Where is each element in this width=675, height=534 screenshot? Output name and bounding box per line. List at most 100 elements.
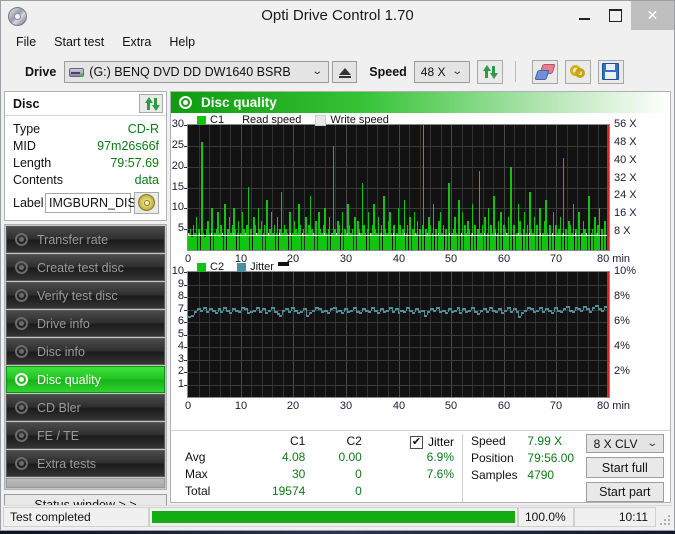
sidebar-item-label: Disc info <box>37 345 85 359</box>
sidebar-item-label: Extra tests <box>37 457 96 471</box>
menu-item-help[interactable]: Help <box>160 32 204 52</box>
stats-header-jitter: Jitter <box>428 435 454 449</box>
stats-row-key-avg: Avg <box>185 450 240 467</box>
menu-item-extra[interactable]: Extra <box>113 32 160 52</box>
disc-label-input[interactable]: IMGBURN_DIS <box>45 193 131 213</box>
y-axis-tick: 4 <box>171 340 184 352</box>
stats-c1-avg: 4.08 <box>240 450 306 467</box>
disc-test-icon <box>14 373 30 387</box>
status-message: Test completed <box>3 507 149 527</box>
x-axis-tick: 30 <box>334 400 358 412</box>
sidebar-item-extra-tests[interactable]: Extra tests <box>6 450 165 477</box>
optical-drive-icon <box>69 65 85 79</box>
disc-test-icon <box>14 457 30 471</box>
sidebar-item-verify-test-disc[interactable]: Verify test disc <box>6 282 165 309</box>
stats-c1-total: 19574 <box>240 484 306 501</box>
chevron-down-icon: ⌄ <box>646 438 658 449</box>
disc-panel-header: Disc <box>5 92 166 116</box>
maximize-icon <box>609 9 622 22</box>
y-axis-tick: 25 <box>171 139 184 151</box>
jitter-checkbox[interactable]: ✔ <box>410 436 423 449</box>
legend-swatch-c1 <box>197 116 206 125</box>
c1-error-chart[interactable] <box>187 124 610 251</box>
save-floppy-icon <box>602 63 619 80</box>
window-buttons: ✕ <box>569 1 674 30</box>
refresh-button[interactable] <box>477 60 503 84</box>
menu-item-file[interactable]: File <box>7 32 45 52</box>
disc-row-type: Type CD-R <box>13 120 159 137</box>
sidebar-item-drive-info[interactable]: Drive info <box>6 310 165 337</box>
disc-info-panel: Disc Type CD-R MID 97m26s66f <box>4 91 167 221</box>
stats-col-jitter: ✔ Jitter 6.9% 7.6% <box>374 434 454 502</box>
disc-refresh-button[interactable] <box>139 94 163 113</box>
y2-axis-tick: 40 X <box>614 154 637 166</box>
maximize-button[interactable] <box>600 1 631 30</box>
drive-select[interactable]: (G:) BENQ DVD DD DW1640 BSRB ⌄ <box>64 61 329 83</box>
drive-select-value: (G:) BENQ DVD DD DW1640 BSRB <box>89 65 290 79</box>
action-buttons: 8 X CLV ⌄ Start full Start part <box>586 434 666 502</box>
x-axis-tick: 30 <box>334 253 358 265</box>
y2-axis-tick: 8 X <box>614 225 631 237</box>
stats-right-value-samples: 4790 <box>527 468 585 485</box>
disc-info-rows: Type CD-R MID 97m26s66f Length 79:57.69 … <box>5 116 166 220</box>
save-button[interactable] <box>598 60 624 84</box>
disc-row-value: CD-R <box>128 122 159 136</box>
sidebar-item-cd-bler[interactable]: CD Bler <box>6 394 165 421</box>
stats-right-group: Speed Position Samples 7.99 X 79:56.00 4… <box>471 434 666 502</box>
start-part-button[interactable]: Start part <box>586 482 664 502</box>
close-button[interactable]: ✕ <box>631 1 674 30</box>
x-axis-tick: 40 <box>387 253 411 265</box>
sidebar-item-create-test-disc[interactable]: Create test disc <box>6 254 165 281</box>
tools-button[interactable] <box>565 60 591 84</box>
charts-area: C1 Read speed Write speed C2 Jitter <box>171 113 670 430</box>
resize-grip[interactable] <box>656 507 672 527</box>
x-axis-tick: 60 <box>492 253 516 265</box>
disc-row-contents: Contents data <box>13 171 159 188</box>
stats-right-labels: Speed Position Samples <box>471 434 527 502</box>
stats-header-c1: C1 <box>240 434 306 450</box>
jitter-chart[interactable] <box>187 271 610 398</box>
left-pane: Disc Type CD-R MID 97m26s66f <box>4 91 167 503</box>
speed-select[interactable]: 48 X ⌄ <box>414 61 470 83</box>
sidebar-item-disc-info[interactable]: Disc info <box>6 338 165 365</box>
legend-swatch-write-speed <box>315 115 326 126</box>
disc-icon-button[interactable] <box>134 192 159 214</box>
panel-header: Disc quality <box>171 92 670 113</box>
toolbar-divider <box>515 61 516 82</box>
x-axis-tick: 70 <box>544 253 568 265</box>
y-axis-tick: 20 <box>171 160 184 172</box>
disc-row-key: Contents <box>13 173 63 187</box>
sidebar-item-fe-te[interactable]: FE / TE <box>6 422 165 449</box>
x-axis-tick: 10 <box>229 400 253 412</box>
stats-right-key-position: Position <box>471 451 527 468</box>
disc-label-key: Label <box>13 196 44 210</box>
x-axis-tick: 50 <box>439 400 463 412</box>
sidebar-item-disc-quality[interactable]: Disc quality <box>6 366 165 393</box>
disc-test-icon <box>14 317 30 331</box>
y2-axis-tick: 2% <box>614 365 630 377</box>
stats-jitter-max: 7.6% <box>374 467 454 484</box>
stats-divider <box>462 434 463 502</box>
menu-item-start-test[interactable]: Start test <box>45 32 113 52</box>
minimize-button[interactable] <box>569 1 600 30</box>
y2-axis-tick: 6% <box>614 315 630 327</box>
legend-label-write-speed: Write speed <box>330 114 389 126</box>
y2-axis-tick: 4% <box>614 340 630 352</box>
y2-axis-tick: 24 X <box>614 189 637 201</box>
disc-row-value: data <box>135 173 159 187</box>
y-axis-tick: 5 <box>171 222 184 234</box>
nav-filler <box>6 478 165 488</box>
eject-button[interactable] <box>332 61 357 83</box>
sidebar-item-transfer-rate[interactable]: Transfer rate <box>6 226 165 253</box>
write-mode-select[interactable]: 8 X CLV ⌄ <box>586 434 664 453</box>
y-axis-tick: 8 <box>171 290 184 302</box>
erase-button[interactable] <box>532 60 558 84</box>
y2-axis-tick: 16 X <box>614 207 637 219</box>
speed-label: Speed <box>369 65 407 79</box>
menu-bar: File Start test Extra Help <box>1 30 674 53</box>
stats-jitter-total <box>374 484 454 501</box>
speed-select-value: 48 X <box>421 65 446 79</box>
start-full-button[interactable]: Start full <box>586 457 664 477</box>
sidebar-item-label: CD Bler <box>37 401 81 415</box>
x-axis-tick: 50 <box>439 253 463 265</box>
